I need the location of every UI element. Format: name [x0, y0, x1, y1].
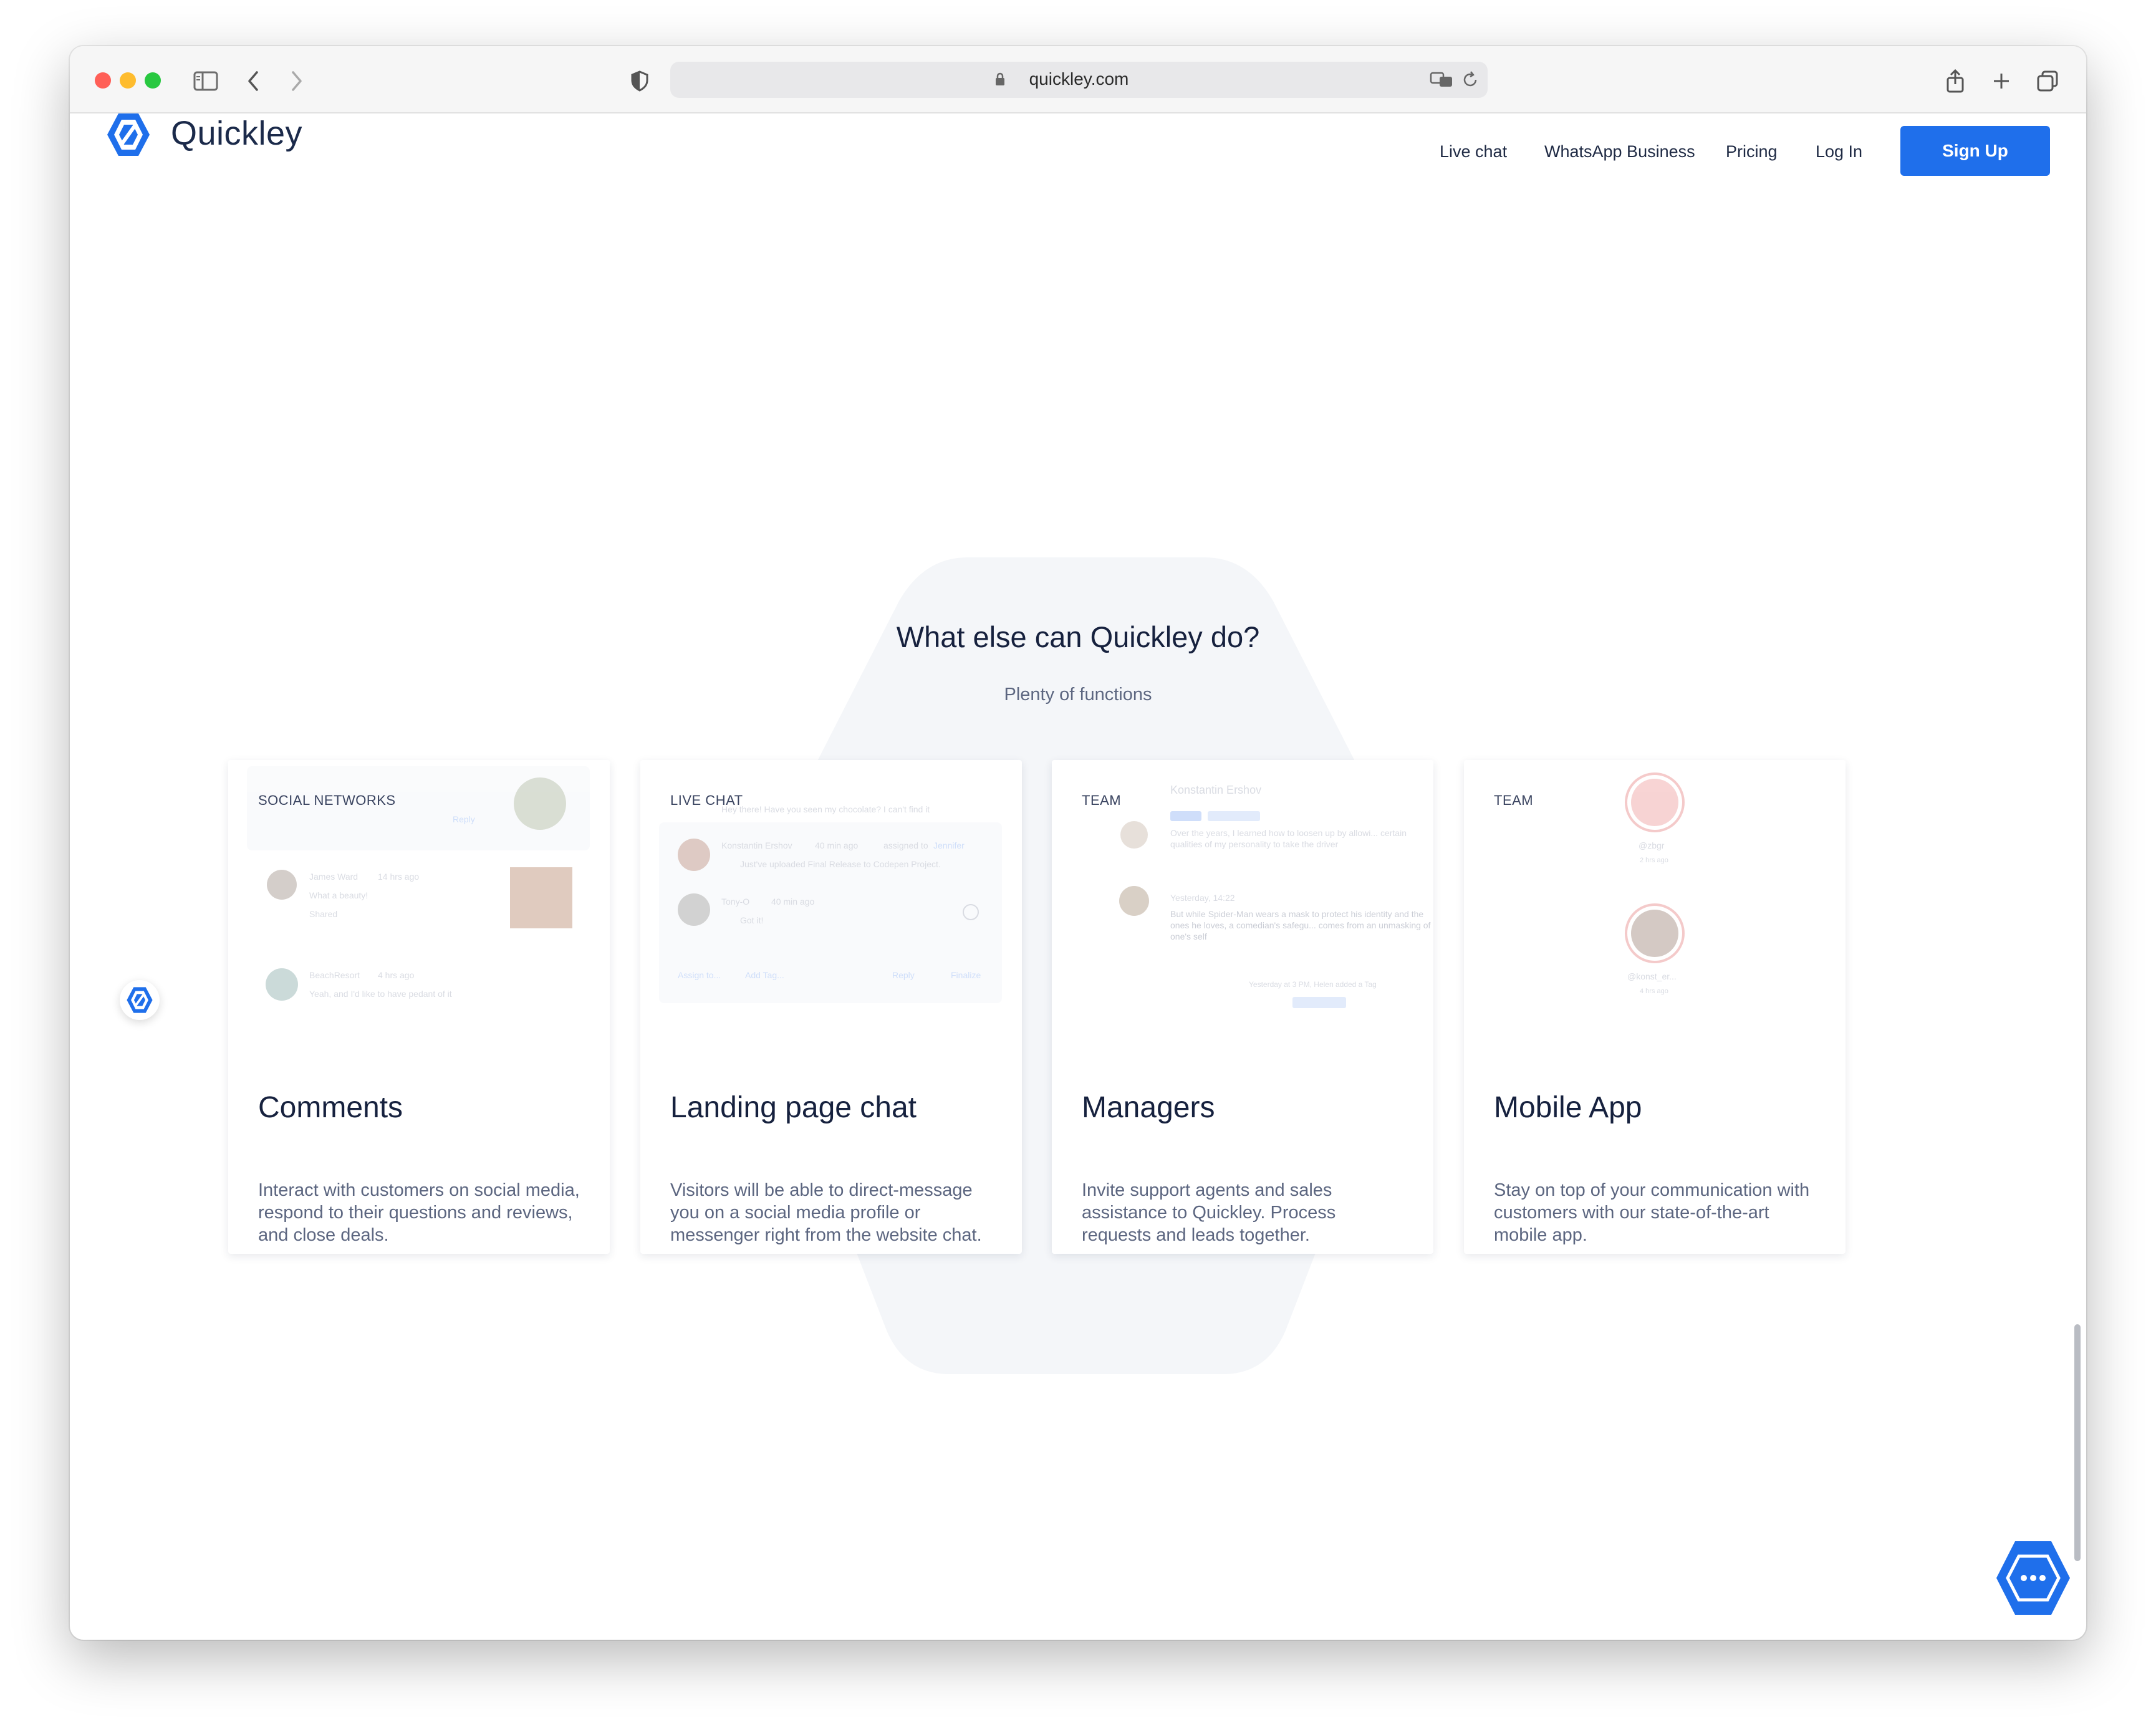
preview-user: @konst_er... [1627, 971, 1677, 981]
preview-name: Konstantin Ershov [1170, 784, 1261, 796]
card-description: Stay on top of your communication with c… [1494, 1180, 1810, 1245]
brand-name[interactable]: Quickley [171, 114, 302, 153]
nav-whatsapp-business[interactable]: WhatsApp Business [1544, 142, 1695, 161]
preview-name: Konstantin Ershov [721, 840, 792, 850]
address-bar[interactable]: quickley.com [670, 62, 1488, 98]
preview-time: 2 hrs ago [1640, 857, 1668, 864]
chat-widget-button[interactable] [1993, 1537, 2074, 1619]
sidebar-toggle-icon[interactable] [188, 64, 223, 99]
preview-name: BeachResort [309, 970, 360, 980]
browser-toolbar: quickley.com [70, 46, 2086, 113]
url-text: quickley.com [1029, 69, 1129, 89]
preview-time: 4 hrs ago [1640, 988, 1668, 995]
preview-message: Got it! [740, 915, 763, 925]
floating-logo-button[interactable] [120, 980, 160, 1020]
nav-live-chat[interactable]: Live chat [1440, 142, 1507, 161]
preview-action: Finalize [951, 970, 981, 980]
preview-action: Add Tag... [745, 970, 784, 980]
card-title: Managers [1082, 1091, 1215, 1124]
card-title: Mobile App [1494, 1091, 1642, 1124]
preview-name: James Ward [309, 872, 358, 882]
preview-message: Just've uploaded Final Release to Codepe… [740, 859, 941, 869]
forward-icon[interactable] [279, 64, 314, 99]
card-tag: TEAM [1082, 792, 1122, 808]
preview-date: Yesterday, 14:22 [1170, 893, 1235, 903]
section-title: What else can Quickley do? [896, 620, 1260, 653]
new-tab-icon[interactable] [1984, 64, 2019, 99]
preview-message: Yeah, and I'd like to have pedant of it [309, 989, 452, 999]
section-subtitle: Plenty of functions [1004, 685, 1152, 705]
card-tag: LIVE CHAT [670, 792, 743, 808]
zoom-window-button[interactable] [145, 72, 161, 89]
card-title: Landing page chat [670, 1091, 917, 1124]
preview-footer: Yesterday at 3 PM, Helen added a Tag [1249, 980, 1377, 989]
preview-message: But while Spider-Man wears a mask to pro… [1170, 909, 1431, 941]
close-window-button[interactable] [95, 72, 111, 89]
feature-card-mobile-app[interactable]: @zbgr 2 hrs ago @konst_er... 4 hrs ago T… [1464, 760, 1846, 1254]
preview-time: 14 hrs ago [378, 872, 419, 882]
preview-message: Over the years, I learned how to loosen … [1170, 828, 1407, 849]
preview-assignee: Jennifer [933, 840, 965, 850]
page-scrollbar[interactable] [2074, 1324, 2081, 1561]
preview-time: 40 min ago [771, 897, 814, 907]
quickley-logo-icon[interactable] [105, 111, 152, 158]
preview-time: 40 min ago [815, 840, 858, 850]
share-icon[interactable] [1938, 64, 1973, 99]
card-description: Visitors will be able to direct-message … [670, 1180, 982, 1245]
preview-message: What a beauty! [309, 890, 368, 900]
back-icon[interactable] [236, 64, 271, 99]
preview-name: Tony-O [721, 897, 749, 907]
feature-card-managers[interactable]: Konstantin Ershov Over the years, I lear… [1052, 760, 1433, 1254]
nav-log-in[interactable]: Log In [1816, 142, 1862, 161]
preview-user: @zbgr [1639, 840, 1665, 850]
card-description: Interact with customers on social media,… [258, 1180, 580, 1245]
preview-action: Shared [309, 909, 337, 919]
preview-action: Reply [892, 970, 915, 980]
tab-overview-icon[interactable] [2030, 64, 2065, 99]
reload-icon[interactable] [1461, 70, 1480, 89]
card-tag: SOCIAL NETWORKS [258, 792, 396, 808]
feature-card-comments[interactable]: Reply James Ward 14 hrs ago What a beaut… [228, 760, 610, 1254]
preview-message: Hey there! Have you seen my chocolate? I… [721, 804, 930, 814]
card-tag: TEAM [1494, 792, 1534, 808]
privacy-shield-icon[interactable] [622, 64, 657, 99]
minimize-window-button[interactable] [120, 72, 136, 89]
preview-action: Assign to... [678, 970, 721, 980]
preview-time: 4 hrs ago [378, 970, 415, 980]
feature-card-landing-page-chat[interactable]: Hey there! Have you seen my chocolate? I… [640, 760, 1022, 1254]
nav-pricing[interactable]: Pricing [1726, 142, 1778, 161]
card-description: Invite support agents and sales assistan… [1082, 1180, 1336, 1245]
sign-up-button[interactable]: Sign Up [1900, 126, 2050, 176]
browser-window: quickley.com Quickley Live chat WhatsApp… [70, 46, 2086, 1640]
quickley-logo-icon [127, 987, 153, 1013]
preview-assigned: assigned to [883, 840, 928, 850]
translate-icon[interactable] [1430, 70, 1455, 89]
card-title: Comments [258, 1091, 403, 1124]
preview-reply-link: Reply [453, 814, 475, 824]
